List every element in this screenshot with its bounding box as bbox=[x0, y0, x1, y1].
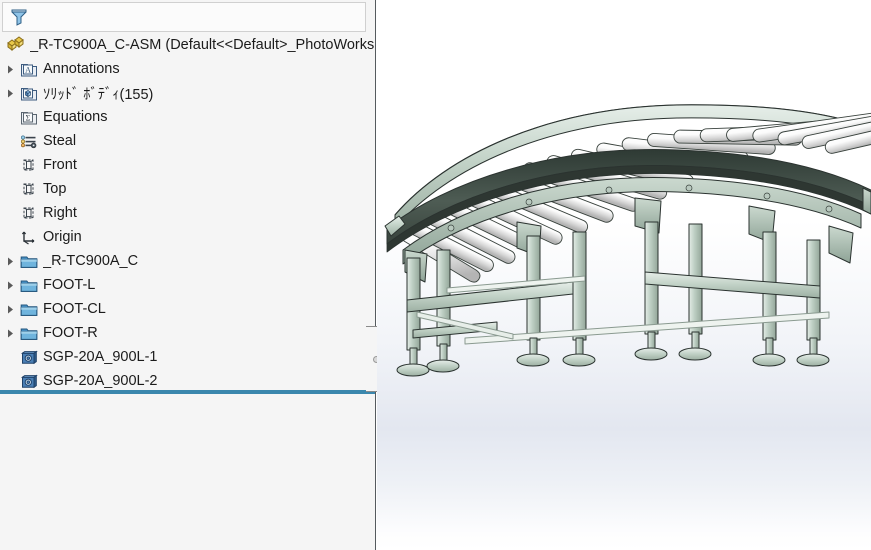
tree-item-foot-l[interactable]: FOOT-L bbox=[0, 273, 375, 297]
graphics-area[interactable] bbox=[377, 0, 871, 550]
material-icon bbox=[18, 130, 40, 152]
expand-arrow-icon[interactable] bbox=[2, 249, 18, 273]
tree-item-label: ｿﾘｯﾄﾞ ﾎﾞﾃﾞｨ(155) bbox=[43, 86, 154, 103]
tree-item-155[interactable]: ｿﾘｯﾄﾞ ﾎﾞﾃﾞｨ(155) bbox=[0, 81, 375, 105]
tree-item-foot-cl[interactable]: FOOT-CL bbox=[0, 297, 375, 321]
expand-arrow-icon[interactable] bbox=[2, 297, 18, 321]
tree-item-label: Annotations bbox=[43, 61, 120, 77]
tree-item-r-tc900a-c[interactable]: _R-TC900A_C bbox=[0, 249, 375, 273]
tree-item-list: A Annotations ｿﾘｯﾄﾞ ﾎﾞﾃﾞｨ(155) Σ Equations St… bbox=[0, 57, 375, 393]
tree-item-sgp-20a-900l-1[interactable]: SGP-20A_900L-1 bbox=[0, 345, 375, 369]
tree-empty-area bbox=[0, 394, 375, 550]
tree-item-equations[interactable]: Σ Equations bbox=[0, 105, 375, 129]
tree-item-label: SGP-20A_900L-2 bbox=[43, 373, 158, 389]
feature-tree: _R-TC900A_C-ASM (Default<<Default>_Photo… bbox=[0, 33, 375, 393]
tree-item-label: FOOT-R bbox=[43, 325, 98, 341]
plane-icon bbox=[18, 154, 40, 176]
tree-item-label: SGP-20A_900L-1 bbox=[43, 349, 158, 365]
tree-item-front[interactable]: Front bbox=[0, 153, 375, 177]
solidworks-window: _R-TC900A_C-ASM (Default<<Default>_Photo… bbox=[0, 0, 871, 550]
expand-arrow-icon[interactable] bbox=[2, 81, 18, 105]
tree-item-label: FOOT-L bbox=[43, 277, 96, 293]
expand-arrow-icon[interactable] bbox=[2, 57, 18, 81]
tree-item-label: FOOT-CL bbox=[43, 301, 106, 317]
tree-item-label: Steal bbox=[43, 133, 77, 149]
part-icon bbox=[18, 346, 40, 368]
part-icon bbox=[18, 370, 40, 392]
svg-text:A: A bbox=[25, 65, 31, 74]
tree-item-top[interactable]: Top bbox=[0, 177, 375, 201]
plane-icon bbox=[18, 178, 40, 200]
assembly-icon bbox=[5, 34, 27, 56]
plane-icon bbox=[18, 202, 40, 224]
tree-item-label: Right bbox=[43, 205, 77, 221]
tree-item-label: Front bbox=[43, 157, 77, 173]
conveyor-model bbox=[384, 104, 871, 377]
tree-item-annotations[interactable]: A Annotations bbox=[0, 57, 375, 81]
tree-item-label: Equations bbox=[43, 109, 108, 125]
tree-item-label: Origin bbox=[43, 229, 82, 245]
tree-item-origin[interactable]: Origin bbox=[0, 225, 375, 249]
expand-arrow-icon[interactable] bbox=[2, 273, 18, 297]
tree-item-right[interactable]: Right bbox=[0, 201, 375, 225]
folder-icon bbox=[18, 250, 40, 272]
tree-item-label: _R-TC900A_C bbox=[43, 253, 139, 269]
tree-item-steal[interactable]: Steal bbox=[0, 129, 375, 153]
tree-filter-input[interactable] bbox=[33, 5, 365, 29]
folder-icon bbox=[18, 274, 40, 296]
folder-icon bbox=[18, 298, 40, 320]
tree-item-foot-r[interactable]: FOOT-R bbox=[0, 321, 375, 345]
solid-bodies-folder-icon bbox=[18, 82, 40, 104]
feature-manager-panel: _R-TC900A_C-ASM (Default<<Default>_Photo… bbox=[0, 0, 376, 550]
funnel-filter-icon[interactable] bbox=[8, 6, 30, 28]
folder-icon bbox=[18, 322, 40, 344]
tree-item-label: Top bbox=[43, 181, 67, 197]
tree-root-label: _R-TC900A_C-ASM (Default<<Default>_Photo… bbox=[30, 37, 375, 53]
annotations-folder-icon: A bbox=[18, 58, 40, 80]
svg-text:Σ: Σ bbox=[26, 113, 31, 122]
expand-arrow-icon[interactable] bbox=[2, 321, 18, 345]
origin-icon bbox=[18, 226, 40, 248]
tree-root-item[interactable]: _R-TC900A_C-ASM (Default<<Default>_Photo… bbox=[0, 33, 375, 57]
equations-folder-icon: Σ bbox=[18, 106, 40, 128]
tree-filter-bar[interactable] bbox=[2, 2, 366, 32]
